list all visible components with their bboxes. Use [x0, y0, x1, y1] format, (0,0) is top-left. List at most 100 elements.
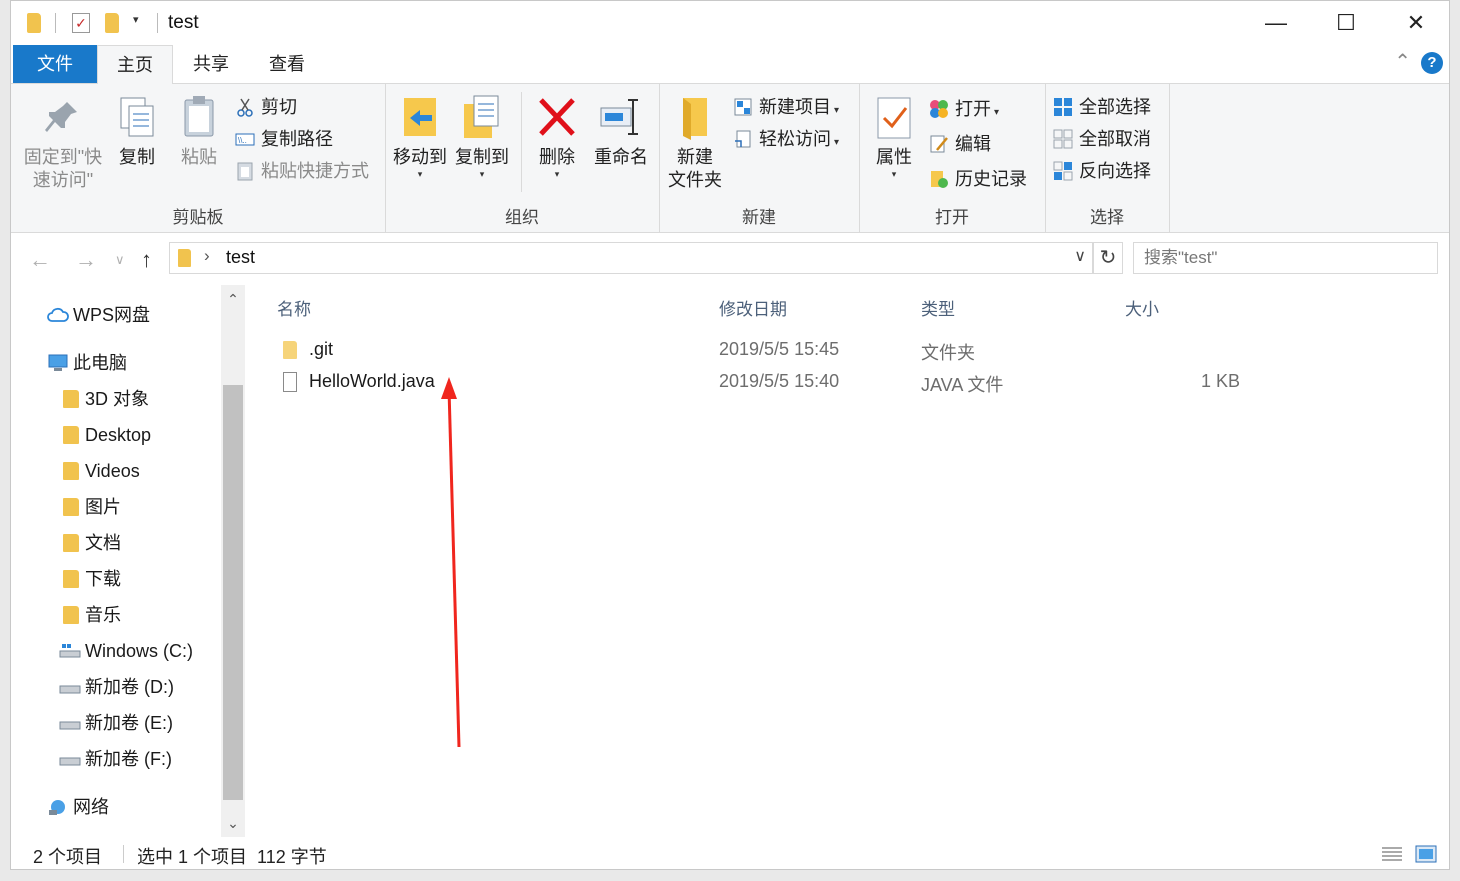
- history-button[interactable]: 历史记录: [929, 164, 1027, 194]
- folder-icon: [63, 534, 79, 552]
- paste-button[interactable]: 粘贴: [173, 94, 225, 169]
- move-to-button[interactable]: 移动到 ▾: [391, 94, 449, 179]
- nav-item-drive-d[interactable]: 新加卷 (D:): [59, 673, 174, 701]
- close-button[interactable]: ✕: [1381, 1, 1451, 45]
- scroll-up-chevron-icon[interactable]: ⌃: [221, 287, 245, 311]
- new-item-button[interactable]: 新建项目 ▾: [733, 92, 839, 122]
- back-arrow-icon[interactable]: ←: [29, 247, 51, 273]
- select-all-label: 全部选择: [1079, 97, 1151, 117]
- nav-item-desktop[interactable]: Desktop: [63, 421, 151, 449]
- nav-item-videos[interactable]: Videos: [63, 457, 140, 485]
- window-title: test: [168, 12, 199, 33]
- delete-button[interactable]: 删除 ▾: [531, 94, 583, 179]
- edit-label: 编辑: [955, 134, 991, 154]
- organize-group: 移动到 ▾ 复制到 ▾ 删除 ▾ 重命名 组织: [385, 84, 660, 232]
- customize-toolbar-chevron-icon[interactable]: ▾: [133, 13, 139, 26]
- forward-arrow-icon[interactable]: →: [75, 247, 97, 273]
- cut-button[interactable]: 剪切: [235, 92, 297, 122]
- edit-pencil-icon: [929, 133, 949, 153]
- file-modified: 2019/5/5 15:45: [719, 339, 840, 359]
- copy-to-button[interactable]: 复制到 ▾: [453, 94, 511, 179]
- help-icon[interactable]: ?: [1421, 52, 1443, 74]
- column-header-size[interactable]: 大小: [1125, 295, 1159, 320]
- nav-item-drive-e[interactable]: 新加卷 (E:): [59, 709, 173, 737]
- explorer-window: ✓ ▾ test — ☐ ✕ 文件 主页 共享 查看 ⌃ ? 固定到"快 速访问…: [10, 0, 1450, 870]
- properties-button[interactable]: 属性 ▾: [865, 94, 923, 179]
- new-folder-quick-icon[interactable]: [105, 13, 119, 33]
- details-view-icon[interactable]: [1381, 845, 1403, 863]
- recent-locations-chevron-icon[interactable]: ∨: [115, 252, 125, 268]
- copy-to-label: 复制到: [455, 147, 509, 167]
- scrollbar-thumb[interactable]: [223, 385, 243, 800]
- tab-file[interactable]: 文件: [13, 45, 97, 83]
- pin-to-quick-access-button[interactable]: 固定到"快 速访问": [19, 94, 107, 192]
- copy-button[interactable]: 复制: [111, 94, 163, 169]
- copy-path-icon: \\..: [235, 128, 255, 148]
- clipboard-group-label: 剪贴板: [172, 208, 224, 227]
- select-all-icon: [1053, 96, 1073, 116]
- folder-icon: [63, 498, 79, 516]
- nav-item-drive-f[interactable]: 新加卷 (F:): [59, 745, 172, 773]
- open-button[interactable]: 打开 ▾: [929, 94, 999, 124]
- nav-item-downloads[interactable]: 下载: [63, 565, 121, 593]
- breadcrumb-chevron-icon[interactable]: ›: [204, 246, 210, 266]
- chevron-down-icon: ▾: [479, 169, 485, 179]
- invert-selection-button[interactable]: 反向选择: [1053, 156, 1151, 186]
- refresh-icon[interactable]: ↻: [1093, 242, 1123, 274]
- column-header-modified[interactable]: 修改日期: [719, 295, 787, 320]
- nav-item-documents[interactable]: 文档: [63, 529, 121, 557]
- copy-path-label: 复制路径: [261, 129, 333, 149]
- scroll-down-chevron-icon[interactable]: ⌄: [221, 811, 245, 835]
- easy-access-button[interactable]: 轻松访问 ▾: [733, 124, 839, 154]
- breadcrumb[interactable]: test: [226, 247, 255, 268]
- nav-item-3d-objects[interactable]: 3D 对象: [63, 385, 149, 413]
- folder-icon: [63, 390, 79, 408]
- address-box[interactable]: › test ∨: [169, 242, 1093, 274]
- divider: [521, 92, 522, 192]
- nav-item-wps-cloud[interactable]: WPS网盘: [47, 301, 150, 329]
- select-group: 全部选择 全部取消 反向选择 选择: [1045, 84, 1170, 232]
- tab-share[interactable]: 共享: [179, 45, 243, 83]
- folder-icon: [63, 606, 79, 624]
- select-group-label: 选择: [1090, 208, 1124, 227]
- address-history-chevron-icon[interactable]: ∨: [1074, 246, 1086, 266]
- annotation-arrow-icon: [441, 377, 461, 748]
- nav-item-label: 新加卷 (D:): [85, 677, 174, 697]
- select-all-button[interactable]: 全部选择: [1053, 92, 1151, 122]
- tab-view[interactable]: 查看: [255, 45, 319, 83]
- chevron-down-icon: ▾: [834, 105, 840, 116]
- paste-shortcut-button[interactable]: 粘贴快捷方式: [235, 156, 369, 186]
- copy-path-button[interactable]: \\.. 复制路径: [235, 124, 333, 154]
- nav-item-label: 音乐: [85, 605, 121, 625]
- folder-icon: [63, 426, 79, 444]
- invert-selection-icon: [1053, 160, 1073, 181]
- new-group: 新建 文件夹 新建项目 ▾ 轻松访问 ▾ 新建: [659, 84, 860, 232]
- search-input[interactable]: [1133, 242, 1438, 274]
- select-none-icon: [1053, 128, 1073, 149]
- nav-item-drive-c[interactable]: Windows (C:): [59, 637, 193, 665]
- up-arrow-icon[interactable]: ↑: [141, 247, 152, 273]
- large-icons-view-icon[interactable]: [1415, 845, 1437, 863]
- nav-item-label: 文档: [85, 533, 121, 553]
- edit-button[interactable]: 编辑: [929, 129, 991, 159]
- nav-item-music[interactable]: 音乐: [63, 601, 121, 629]
- move-to-label: 移动到: [393, 147, 447, 167]
- nav-item-this-pc[interactable]: 此电脑: [47, 349, 127, 377]
- minimize-button[interactable]: —: [1241, 1, 1311, 45]
- nav-scrollbar[interactable]: ⌃ ⌄: [221, 285, 245, 837]
- properties-quick-icon[interactable]: ✓: [72, 13, 90, 33]
- history-label: 历史记录: [955, 169, 1027, 189]
- rename-button[interactable]: 重命名: [589, 94, 653, 169]
- pin-label-1: 固定到"快: [23, 147, 103, 167]
- tab-home[interactable]: 主页: [97, 45, 173, 84]
- chevron-down-icon: ▾: [891, 169, 897, 179]
- chevron-down-icon: ▾: [554, 169, 560, 179]
- nav-item-network[interactable]: 网络: [47, 793, 109, 821]
- maximize-button[interactable]: ☐: [1311, 1, 1381, 45]
- new-folder-button[interactable]: 新建 文件夹: [663, 94, 727, 192]
- select-none-button[interactable]: 全部取消: [1053, 124, 1151, 154]
- folder-icon: [178, 249, 191, 267]
- column-header-type[interactable]: 类型: [921, 295, 955, 320]
- collapse-ribbon-chevron-icon[interactable]: ⌃: [1394, 49, 1411, 74]
- nav-item-pictures[interactable]: 图片: [63, 493, 121, 521]
